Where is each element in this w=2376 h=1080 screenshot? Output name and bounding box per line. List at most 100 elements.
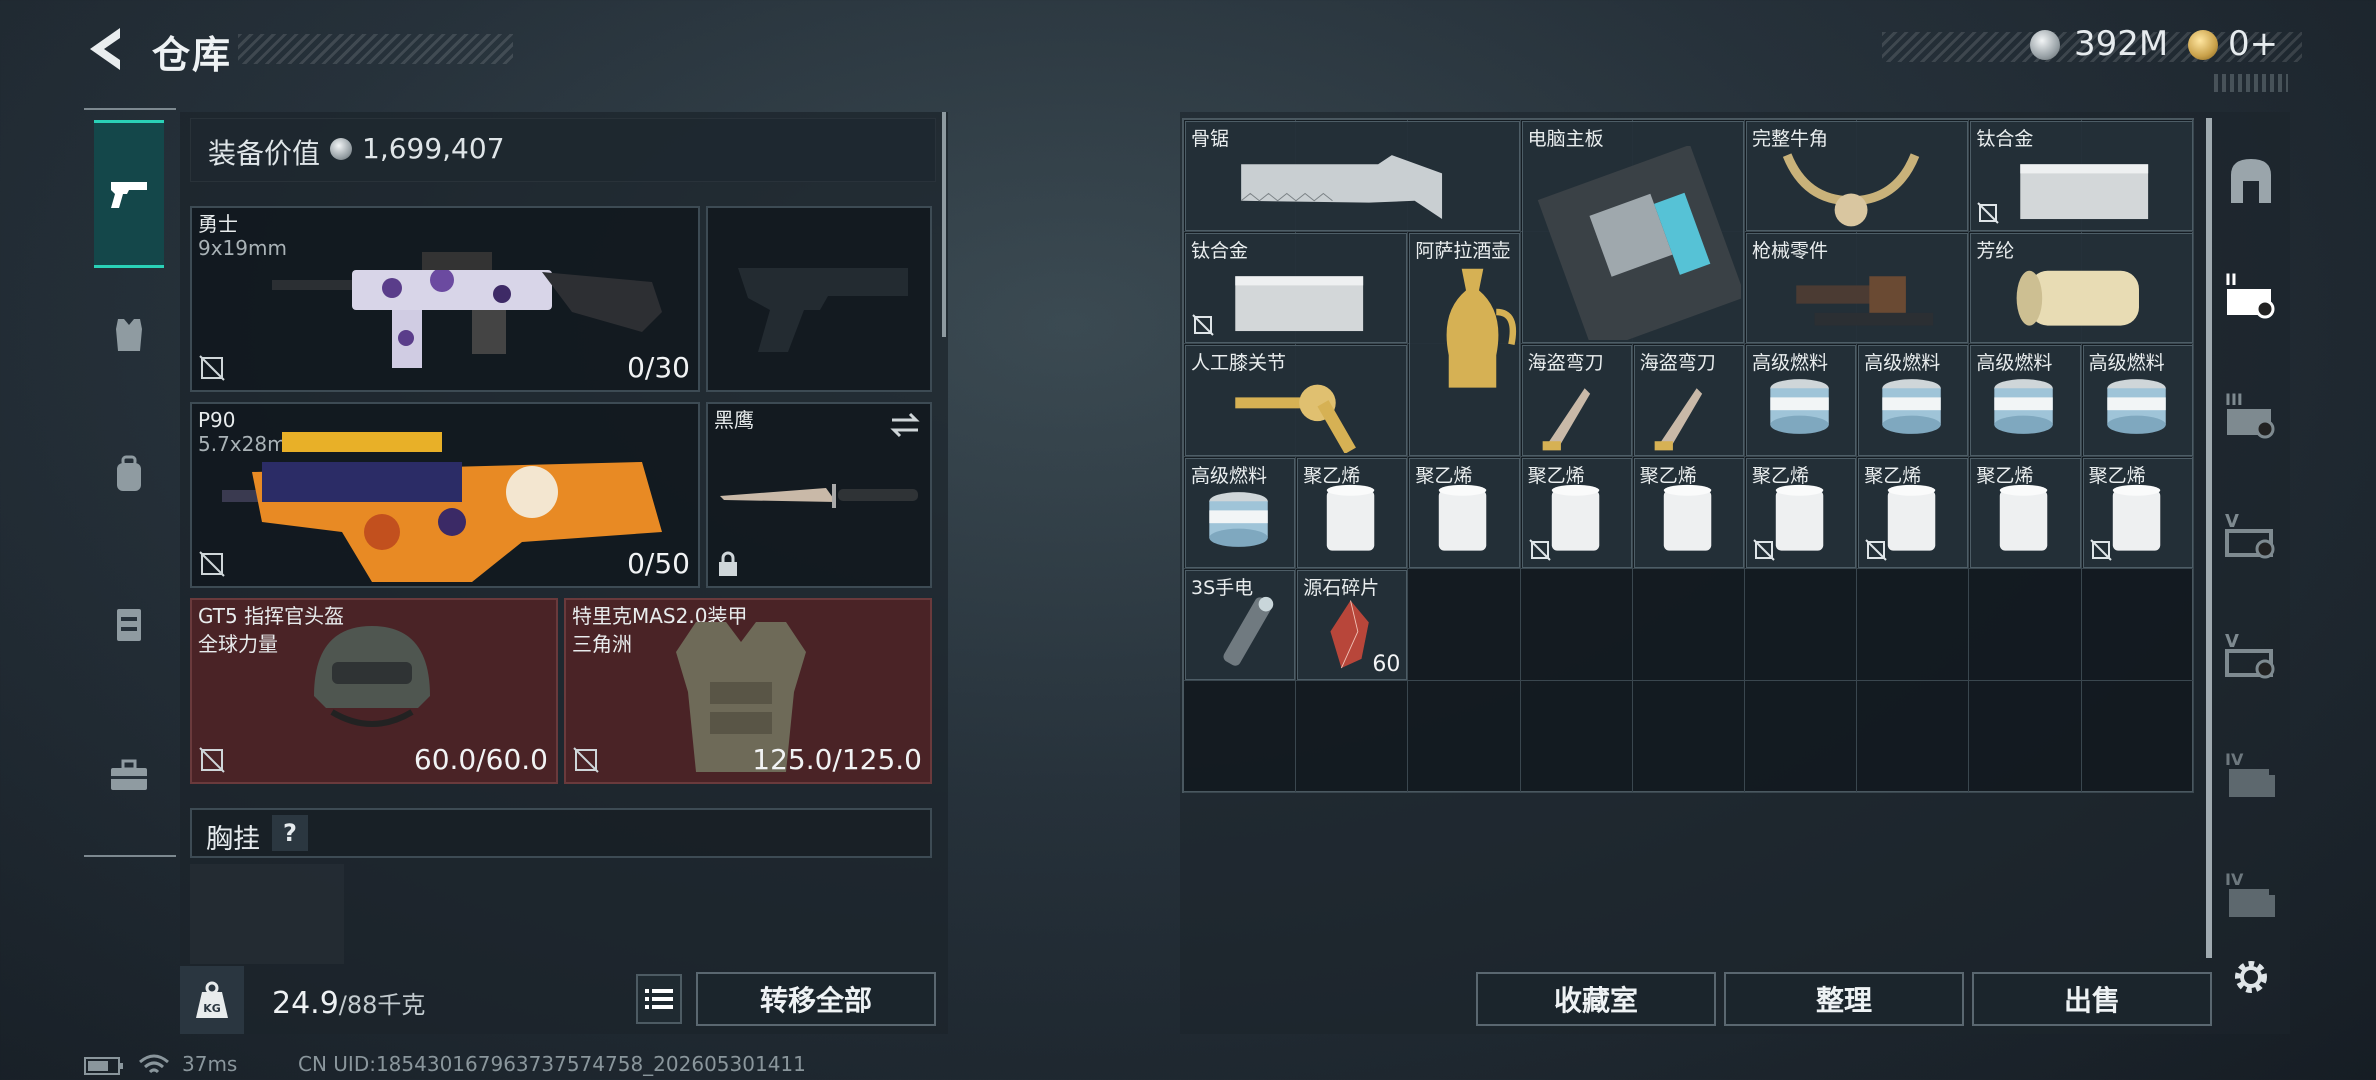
helmet-durability: 60.0/60.0 [413,743,548,776]
stash-item-spool[interactable]: 聚乙烯 [1858,457,1969,568]
horn-image [1782,153,1920,227]
transfer-all-button[interactable]: 转移全部 [696,972,936,1026]
tab-storage-5[interactable]: V [2214,490,2288,580]
fuel-image [1209,491,1268,547]
stash-item-fuel[interactable]: 高级燃料 [1746,345,1857,456]
chest-rig-slot[interactable] [190,864,344,964]
stash-cell[interactable] [2081,568,2194,681]
list-view-button[interactable] [636,974,682,1024]
stash-item-spool[interactable]: 聚乙烯 [1409,457,1520,568]
stash-item-plate[interactable]: 钛合金 [1970,121,2193,232]
currency-gold[interactable]: 0+ [2228,24,2278,64]
stash-cell[interactable] [1857,681,1970,794]
rail-tab-chest-rig[interactable] [94,590,164,660]
stash-item-name: 3S手电 [1191,576,1254,599]
equipment-value-label: 装备价值 [208,137,321,170]
tab-storage-2[interactable]: II [2214,250,2288,340]
tab-storage-5b[interactable]: V [2214,610,2288,700]
stash-cell[interactable] [1632,681,1745,794]
uid-text: CN UID:185430167963737574758_20260530141… [298,1052,806,1076]
rail-tab-armor[interactable] [94,300,164,370]
stash-item-spool[interactable]: 聚乙烯 [1297,457,1408,568]
stash-item-saw[interactable]: 骨锯 [1185,121,1520,232]
stash-item-plate[interactable]: 钛合金 [1185,233,1408,344]
loadout-scrollbar[interactable] [942,112,946,337]
p90-weapon-image [222,432,662,582]
secondary-weapon-slot[interactable]: P90 5.7x28mm 0/50 [190,402,700,588]
stash-scrollbar[interactable] [2206,118,2212,958]
stash-item-spool[interactable]: 聚乙烯 [2082,457,2193,568]
plate-image [2020,164,2149,220]
stash-item-flashlight[interactable]: 3S手电 [1185,569,1296,680]
tab-vault[interactable] [2214,135,2288,225]
stash-item-spool[interactable]: 聚乙烯 [1746,457,1857,568]
rail-tab-toolbox[interactable] [94,740,164,810]
stash-item-spool[interactable]: 聚乙烯 [1633,457,1744,568]
armor-durability: 125.0/125.0 [752,743,922,776]
svg-text:V: V [2225,631,2239,652]
settings-button[interactable] [2214,950,2288,1004]
stash-item-knee[interactable]: 人工膝关节 [1185,345,1408,456]
jug-image [1446,268,1517,388]
stash-grid: 骨锯 电脑主板 完整牛角 钛合金 钛合金 阿萨拉酒壶 枪械零件 芳纶 人工膝关节 海盗弯刀 海盗弯刀… [1182,118,2194,794]
stash-cell[interactable] [1745,681,1858,794]
stash-item-fuel[interactable]: 高级燃料 [2082,345,2193,456]
tab-storage-4b[interactable]: IV [2214,850,2288,940]
stash-item-board[interactable]: 电脑主板 [1521,121,1744,344]
tab-storage-4[interactable]: IV [2214,730,2288,820]
stash-item-parts[interactable]: 枪械零件 [1746,233,1969,344]
melee-name: 黑鹰 [714,408,754,432]
stash-cell[interactable] [1857,568,1970,681]
stash-item-spool[interactable]: 聚乙烯 [1521,457,1632,568]
stash-item-name: 骨锯 [1191,128,1230,150]
swap-icon[interactable] [888,410,922,440]
melee-slot[interactable]: 黑鹰 [706,402,932,588]
stash-item-name: 钛合金 [1191,240,1249,263]
stash-item-horn[interactable]: 完整牛角 [1746,121,1969,232]
stash-item-fuel[interactable]: 高级燃料 [1185,457,1296,568]
stash-cell[interactable] [1969,681,2082,794]
stash-item-dagger[interactable]: 海盗弯刀 [1633,345,1744,456]
primary-weapon-slot[interactable]: 勇士 9x19mm 0/30 [190,206,700,392]
stash-item-name: 阿萨拉酒壶 [1415,240,1511,263]
body-armor-slot[interactable]: 特里克MAS2.0装甲 三角洲 125.0/125.0 [564,598,932,784]
stash-cell[interactable] [1296,681,1409,794]
stash-item-dagger[interactable]: 海盗弯刀 [1521,345,1632,456]
stash-item-jug[interactable]: 阿萨拉酒壶 [1409,233,1520,456]
stash-cell[interactable] [1969,568,2082,681]
collection-room-button[interactable]: 收藏室 [1476,972,1716,1026]
chest-rig-label: 胸挂 [206,824,260,855]
tab-storage-3[interactable]: III [2214,370,2288,460]
no-insure-icon [1977,202,2000,224]
fuel-image [1882,379,1941,435]
stash-cell[interactable] [1745,568,1858,681]
spool-image [2000,484,2048,551]
stash-cell[interactable] [1408,681,1521,794]
knife-image [720,484,918,508]
stash-item-fuel[interactable]: 高级燃料 [1858,345,1969,456]
helmet-slot[interactable]: GT5 指挥官头盔 全球力量 60.0/60.0 [190,598,558,784]
sort-button[interactable]: 整理 [1724,972,1964,1026]
stash-item-roll[interactable]: 芳纶 [1970,233,2193,344]
back-arrow-icon[interactable] [80,22,130,77]
knee-image [1235,385,1356,453]
stash-item-fuel[interactable]: 高级燃料 [1970,345,2081,456]
primary-weapon-name: 勇士 [198,212,238,236]
stash-cell[interactable] [1520,681,1633,794]
stash-cell[interactable] [1184,681,1297,794]
chest-rig-help-button[interactable]: ? [272,815,308,851]
stash-cell[interactable] [1632,568,1745,681]
stash-item-shard[interactable]: 源石碎片 60 [1297,569,1408,680]
stash-item-spool[interactable]: 聚乙烯 [1970,457,2081,568]
stash-cell[interactable] [1408,568,1521,681]
spool-image [1663,484,1712,551]
rail-tab-backpack[interactable] [94,440,164,510]
board-image [1537,146,1741,341]
stash-item-name: 完整牛角 [1752,128,1829,150]
stash-item-name: 聚乙烯 [1639,464,1697,487]
stash-cell[interactable] [1520,568,1633,681]
rail-tab-weapons[interactable] [94,120,164,268]
pistol-slot[interactable] [706,206,932,392]
stash-cell[interactable] [2081,681,2194,794]
sell-button[interactable]: 出售 [1972,972,2212,1026]
